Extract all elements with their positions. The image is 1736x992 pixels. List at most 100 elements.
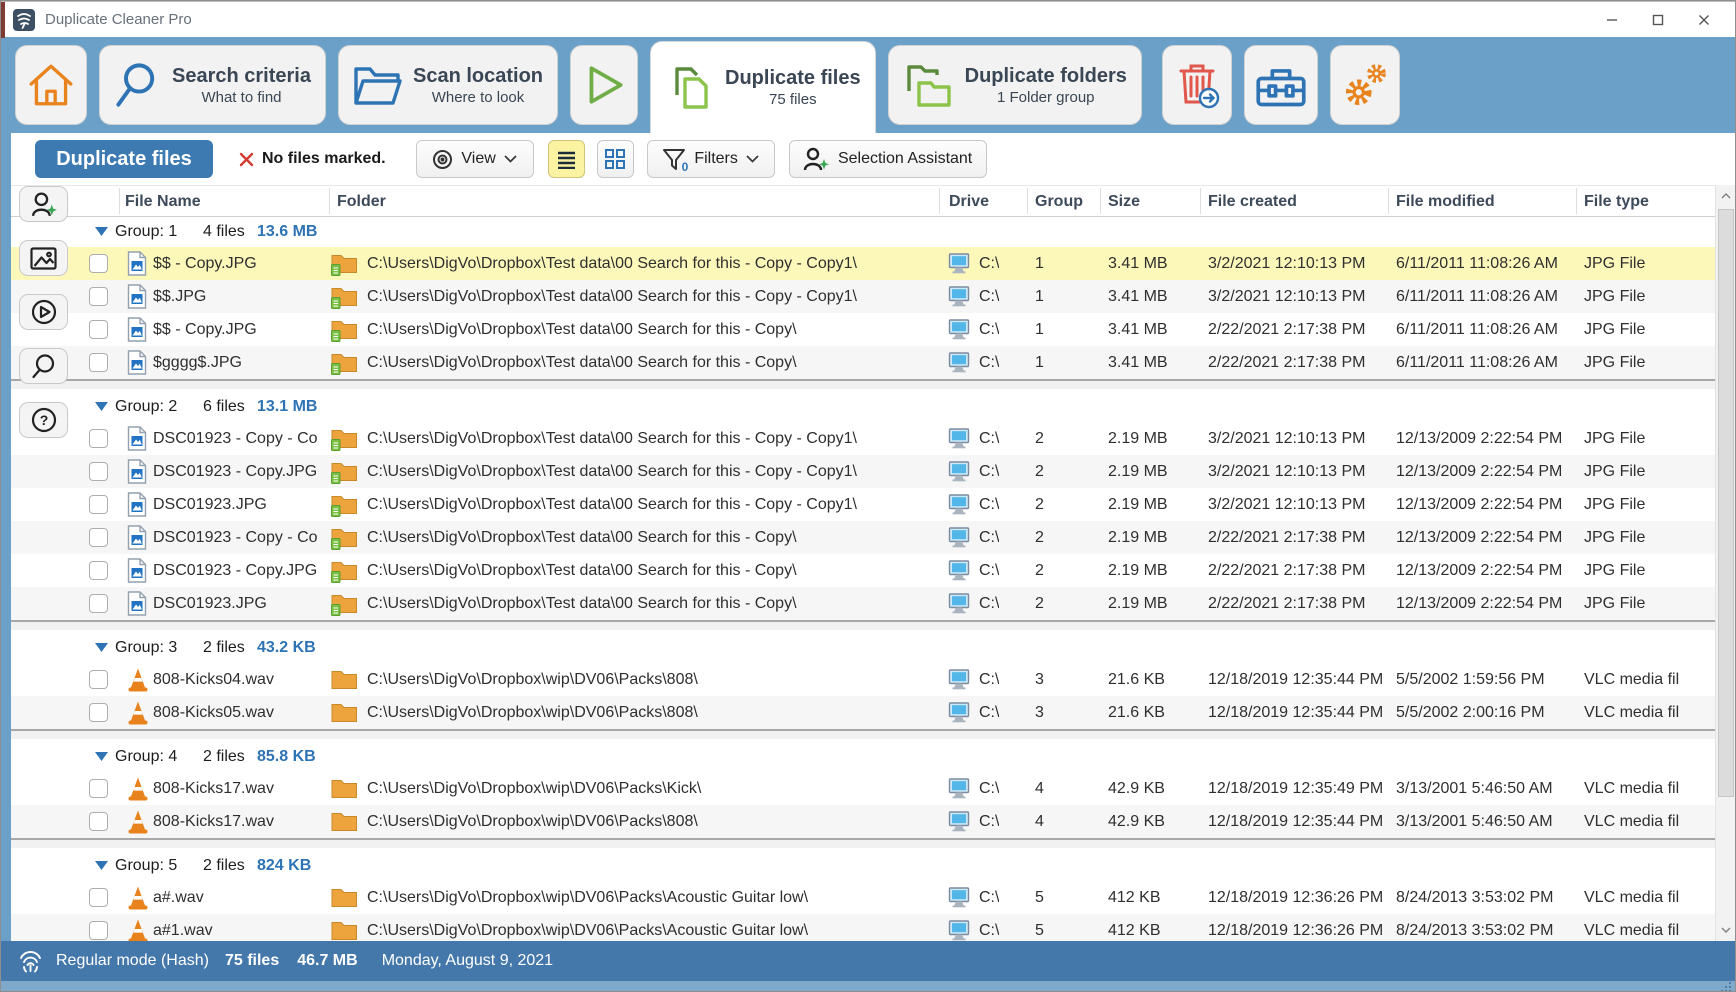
row-checkbox[interactable] — [89, 594, 108, 613]
resize-grip[interactable] — [1717, 982, 1732, 991]
filters-button[interactable]: 0 Filters — [647, 140, 775, 178]
file-type-icon — [127, 350, 149, 376]
view-button[interactable]: View — [416, 140, 534, 178]
drive-cell: C:\ — [979, 805, 999, 838]
file-name-cell: DSC01923 - Copy - Copy.JPG — [153, 521, 317, 554]
maximize-button[interactable] — [1635, 2, 1681, 38]
table-row[interactable]: 808-Kicks04.wav C:\Users\DigVo\Dropbox\w… — [11, 663, 1715, 696]
created-cell: 2/22/2021 2:17:38 PM — [1208, 521, 1365, 554]
column-file-type[interactable]: File type — [1584, 186, 1649, 217]
group-header-row[interactable]: Group: 5 2 files 824 KB — [11, 851, 1715, 881]
column-file-created[interactable]: File created — [1208, 186, 1297, 217]
selection-assistant-icon — [803, 146, 830, 172]
created-cell: 2/22/2021 2:17:38 PM — [1208, 587, 1365, 620]
table-row[interactable]: $$ - Copy.JPG C:\Users\DigVo\Dropbox\Tes… — [11, 313, 1715, 346]
column-size[interactable]: Size — [1108, 186, 1140, 217]
created-cell: 2/22/2021 2:17:38 PM — [1208, 346, 1365, 379]
table-row[interactable]: DSC01923.JPG C:\Users\DigVo\Dropbox\Test… — [11, 587, 1715, 620]
scroll-down-button[interactable] — [1716, 919, 1736, 941]
list-view-button[interactable] — [548, 140, 585, 178]
table-row[interactable]: 808-Kicks17.wav C:\Users\DigVo\Dropbox\w… — [11, 805, 1715, 838]
duplicate-files-tab[interactable]: Duplicate files 75 files — [650, 41, 876, 133]
created-cell: 3/2/2021 12:10:13 PM — [1208, 247, 1365, 280]
sidebar-selection-assistant-button[interactable] — [19, 186, 68, 222]
row-checkbox[interactable] — [89, 888, 108, 907]
home-button[interactable] — [15, 45, 87, 125]
collapse-triangle-icon[interactable] — [95, 227, 109, 237]
table-row[interactable]: $$ - Copy.JPG C:\Users\DigVo\Dropbox\Tes… — [11, 247, 1715, 280]
settings-button[interactable] — [1330, 45, 1400, 125]
collapse-triangle-icon[interactable] — [95, 861, 109, 871]
search-criteria-tab[interactable]: Search criteria What to find — [99, 45, 326, 125]
selection-assistant-button[interactable]: Selection Assistant — [789, 140, 987, 178]
size-cell: 2.19 MB — [1108, 488, 1168, 521]
group-header-row[interactable]: Group: 4 2 files 85.8 KB — [11, 742, 1715, 772]
created-cell: 3/2/2021 12:10:13 PM — [1208, 455, 1365, 488]
duplicate-folders-tab[interactable]: Duplicate folders 1 Folder group — [888, 45, 1142, 125]
folder-icon — [331, 318, 358, 342]
row-checkbox[interactable] — [89, 353, 108, 372]
scan-location-tab[interactable]: Scan location Where to look — [338, 45, 558, 125]
folder-cell: C:\Users\DigVo\Dropbox\wip\DV06\Packs\Ac… — [367, 914, 935, 941]
table-row[interactable]: DSC01923 - Copy.JPG C:\Users\DigVo\Dropb… — [11, 455, 1715, 488]
scroll-up-button[interactable] — [1716, 185, 1736, 207]
collapse-triangle-icon[interactable] — [95, 402, 109, 412]
remove-duplicates-button[interactable] — [1162, 45, 1232, 125]
minimize-button[interactable] — [1589, 2, 1635, 38]
table-row[interactable]: $$.JPG C:\Users\DigVo\Dropbox\Test data\… — [11, 280, 1715, 313]
drive-cell: C:\ — [979, 554, 999, 587]
row-checkbox[interactable] — [89, 921, 108, 940]
table-row[interactable]: $gggg$.JPG C:\Users\DigVo\Dropbox\Test d… — [11, 346, 1715, 379]
table-row[interactable]: 808-Kicks17.wav C:\Users\DigVo\Dropbox\w… — [11, 772, 1715, 805]
column-folder[interactable]: Folder — [337, 186, 386, 217]
column-file-name[interactable]: File Name — [125, 186, 201, 217]
close-button[interactable] — [1681, 2, 1727, 38]
table-row[interactable]: DSC01923 - Copy - Copy.JPG C:\Users\DigV… — [11, 521, 1715, 554]
row-checkbox[interactable] — [89, 779, 108, 798]
folder-cell: C:\Users\DigVo\Dropbox\wip\DV06\Packs\80… — [367, 805, 935, 838]
group-header-row[interactable]: Group: 1 4 files 13.6 MB — [11, 217, 1715, 247]
view-eye-icon — [432, 149, 453, 170]
row-checkbox[interactable] — [89, 287, 108, 306]
vertical-scrollbar[interactable] — [1715, 185, 1735, 941]
group-header-row[interactable]: Group: 2 6 files 13.1 MB — [11, 392, 1715, 422]
table-row[interactable]: 808-Kicks05.wav C:\Users\DigVo\Dropbox\w… — [11, 696, 1715, 729]
grid-view-button[interactable] — [597, 140, 634, 178]
table-row[interactable]: DSC01923.JPG C:\Users\DigVo\Dropbox\Test… — [11, 488, 1715, 521]
sidebar-image-preview-button[interactable] — [19, 240, 68, 276]
row-checkbox[interactable] — [89, 670, 108, 689]
row-checkbox[interactable] — [89, 462, 108, 481]
folder-icon — [331, 592, 358, 616]
row-checkbox[interactable] — [89, 254, 108, 273]
column-file-modified[interactable]: File modified — [1396, 186, 1495, 217]
table-row[interactable]: a#1.wav C:\Users\DigVo\Dropbox\wip\DV06\… — [11, 914, 1715, 941]
column-group[interactable]: Group — [1035, 186, 1083, 217]
table-row[interactable]: DSC01923 - Copy - Copy.JPG C:\Users\DigV… — [11, 422, 1715, 455]
row-checkbox[interactable] — [89, 495, 108, 514]
row-checkbox[interactable] — [89, 812, 108, 831]
type-cell: VLC media file (.wav) — [1584, 663, 1679, 696]
sidebar-zoom-button[interactable] — [19, 348, 68, 384]
modified-cell: 12/13/2009 2:22:54 PM — [1396, 422, 1562, 455]
scrollbar-thumb[interactable] — [1718, 209, 1734, 797]
group-separator — [11, 379, 1715, 392]
sidebar-play-media-button[interactable] — [19, 294, 68, 330]
duplicate-files-mode-button[interactable]: Duplicate files — [35, 140, 213, 178]
group-cell: 4 — [1035, 805, 1044, 838]
group-header-row[interactable]: Group: 3 2 files 43.2 KB — [11, 633, 1715, 663]
row-checkbox[interactable] — [89, 429, 108, 448]
row-checkbox[interactable] — [89, 703, 108, 722]
tools-button[interactable] — [1244, 45, 1318, 125]
drive-icon — [947, 702, 971, 723]
row-checkbox[interactable] — [89, 320, 108, 339]
row-checkbox[interactable] — [89, 561, 108, 580]
row-checkbox[interactable] — [89, 528, 108, 547]
run-button[interactable] — [570, 45, 638, 125]
folder-cell: C:\Users\DigVo\Dropbox\Test data\00 Sear… — [367, 488, 935, 521]
table-row[interactable]: a#.wav C:\Users\DigVo\Dropbox\wip\DV06\P… — [11, 881, 1715, 914]
sidebar-help-button[interactable]: ? — [19, 402, 68, 438]
table-row[interactable]: DSC01923 - Copy.JPG C:\Users\DigVo\Dropb… — [11, 554, 1715, 587]
column-drive[interactable]: Drive — [949, 186, 989, 217]
collapse-triangle-icon[interactable] — [95, 643, 109, 653]
collapse-triangle-icon[interactable] — [95, 752, 109, 762]
